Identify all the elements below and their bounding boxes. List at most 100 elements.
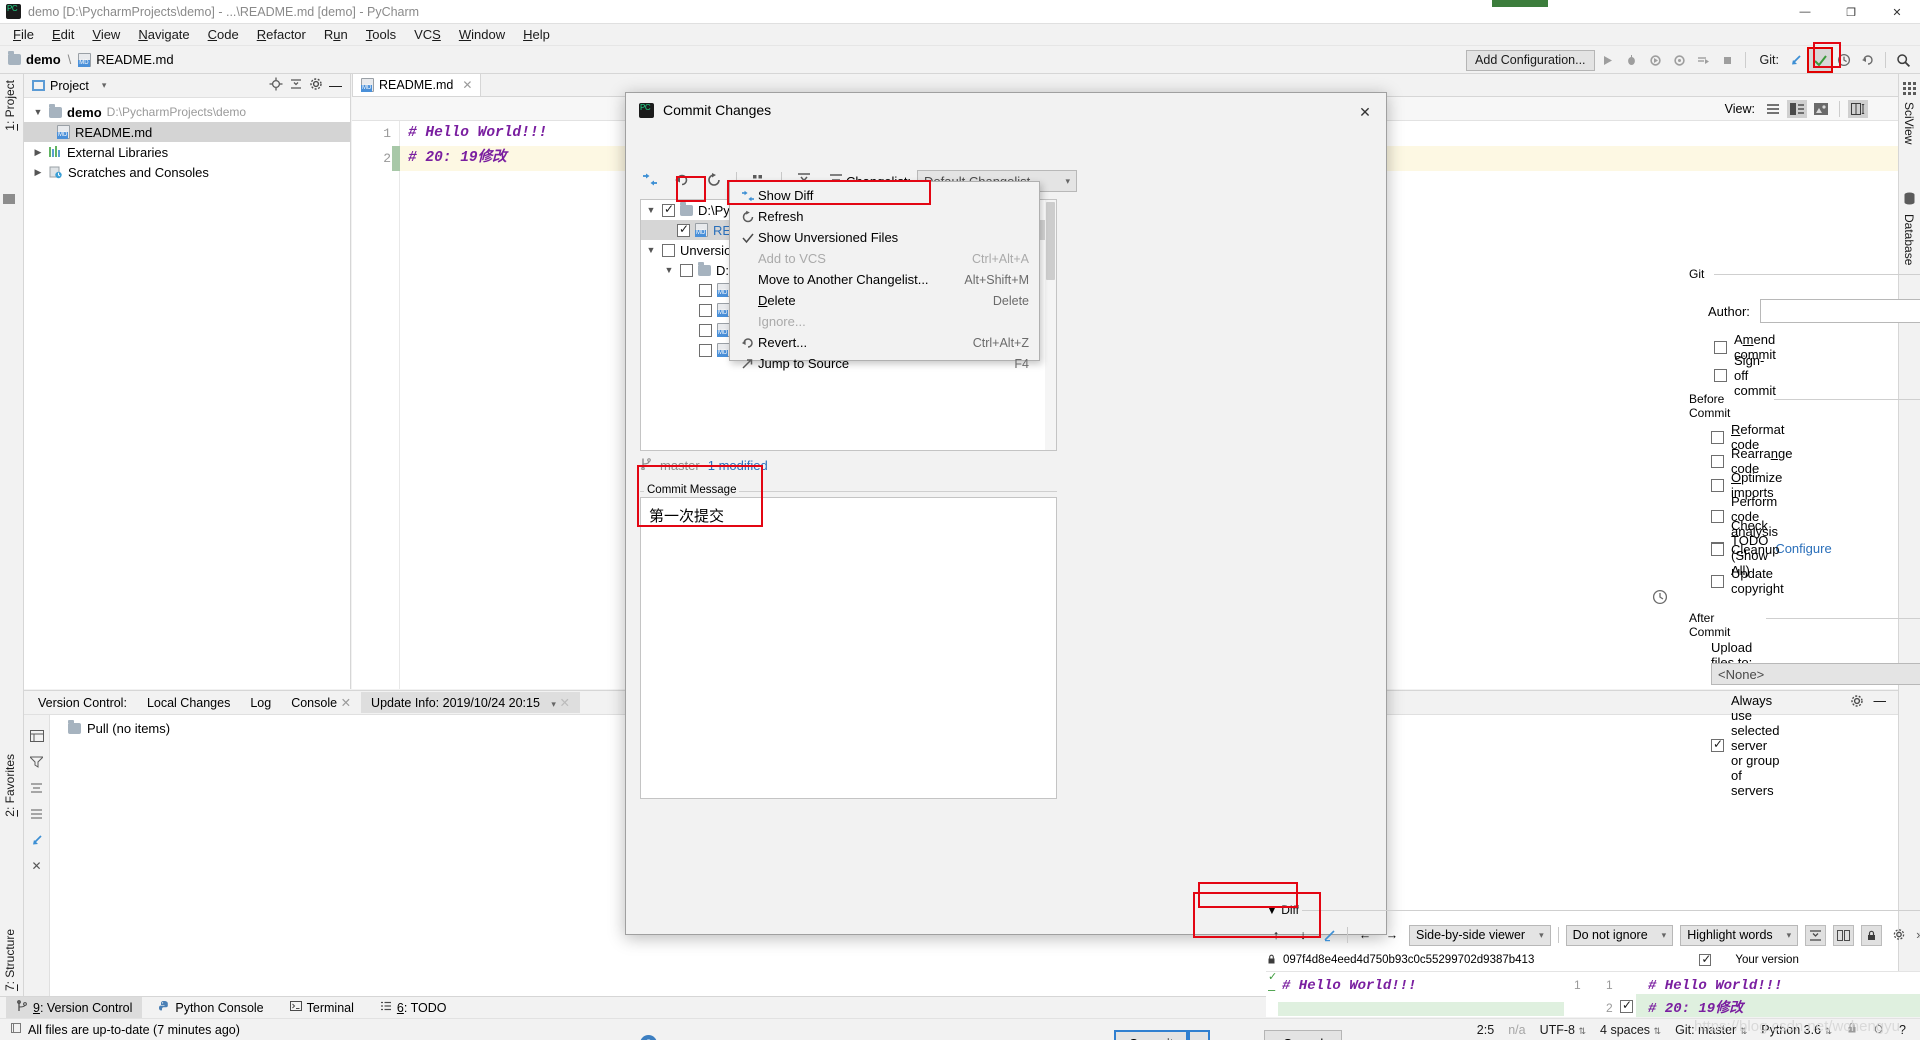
- menu-help[interactable]: Help: [514, 25, 559, 44]
- more-options-icon[interactable]: »: [1916, 928, 1920, 942]
- dialog-close-button[interactable]: ✕: [1352, 101, 1378, 123]
- collapse-all-icon[interactable]: [289, 77, 303, 94]
- bottom-tab-terminal[interactable]: Terminal: [280, 997, 364, 1018]
- toggle-side-icon[interactable]: [1833, 924, 1855, 946]
- help-widget-icon[interactable]: ?: [1899, 1023, 1906, 1037]
- context-menu-item-show-unversioned-files[interactable]: Show Unversioned Files: [730, 227, 1039, 248]
- search-everywhere-icon[interactable]: [1892, 49, 1914, 71]
- stop-icon[interactable]: [1717, 49, 1739, 71]
- sidebar-item-sciview[interactable]: SciView: [1902, 102, 1916, 147]
- diff-sync-checkbox[interactable]: [1699, 952, 1711, 966]
- show-diff-icon[interactable]: [640, 170, 660, 190]
- run-with-console-icon[interactable]: [1693, 49, 1715, 71]
- indent-selector[interactable]: 4 spaces ⇅: [1600, 1023, 1661, 1037]
- collapse-unchanged-icon[interactable]: [1805, 924, 1827, 946]
- next-difference-icon[interactable]: ↓: [1293, 925, 1313, 945]
- interpreter-selector[interactable]: Python 3.6 ⇅: [1761, 1023, 1832, 1037]
- sidebar-item-structure[interactable]: 7: Structure: [3, 929, 17, 991]
- run-icon[interactable]: [1597, 49, 1619, 71]
- menu-run[interactable]: Run: [315, 25, 357, 44]
- cleanup-option[interactable]: Cleanup: [1711, 542, 1779, 557]
- menu-file[interactable]: File: [4, 25, 43, 44]
- encoding-selector[interactable]: UTF-8 ⇅: [1540, 1023, 1586, 1037]
- expander-icon[interactable]: ▶: [32, 167, 44, 178]
- read-only-lock-icon[interactable]: [1861, 924, 1883, 946]
- toggle-preview-layout-icon[interactable]: [1848, 100, 1868, 118]
- expander-icon[interactable]: ▼: [32, 107, 44, 117]
- row-checkbox[interactable]: [699, 343, 712, 357]
- expand-icon[interactable]: [24, 801, 49, 827]
- reformat-code-checkbox[interactable]: [1711, 430, 1724, 444]
- debug-icon[interactable]: [1621, 49, 1643, 71]
- always-use-server-option[interactable]: Always use selected server or group of s…: [1711, 693, 1779, 798]
- tab-update-info[interactable]: Update Info: 2019/10/24 20:15 ▾ ✕: [361, 692, 580, 713]
- tree-node-demo[interactable]: ▼ demo D:\PycharmProjects\demo: [24, 102, 350, 122]
- sidebar-item-project[interactable]: 1: Project: [3, 80, 17, 131]
- row-checkbox[interactable]: [662, 243, 675, 257]
- viewer-mode-select[interactable]: Side-by-side viewer ▾: [1409, 924, 1551, 946]
- commit-button[interactable]: Commit: [1114, 1030, 1188, 1040]
- commit-icon[interactable]: [1807, 47, 1833, 73]
- upload-target-select[interactable]: <None> ▾: [1711, 663, 1920, 685]
- diff-legend[interactable]: ▼ Diff: [1266, 903, 1299, 917]
- edit-source-icon[interactable]: [1320, 925, 1340, 945]
- menu-vcs[interactable]: VCS: [405, 25, 450, 44]
- view-split-icon[interactable]: [1787, 100, 1807, 118]
- configure-todo-link[interactable]: Configure: [1775, 541, 1831, 556]
- commit-message-history-icon[interactable]: [1652, 589, 1668, 608]
- apply-left-icon[interactable]: ←: [1355, 925, 1375, 945]
- update-arrow-icon[interactable]: [24, 827, 49, 853]
- always-use-server-checkbox[interactable]: [1711, 737, 1724, 752]
- help-button[interactable]: ?: [640, 1035, 657, 1040]
- signoff-commit-checkbox[interactable]: [1714, 369, 1727, 382]
- lock-icon[interactable]: [1846, 1022, 1858, 1037]
- revert-icon[interactable]: [672, 170, 692, 190]
- cleanup-checkbox[interactable]: [1711, 543, 1724, 556]
- context-menu-item-move-to-another-changelist[interactable]: Move to Another Changelist... Alt+Shift+…: [730, 269, 1039, 290]
- diff-viewer[interactable]: ✓ – # Hello World!!! 1 1 2 # Hello World…: [1266, 971, 1920, 1017]
- apply-right-icon[interactable]: →: [1382, 925, 1402, 945]
- tab-local-changes[interactable]: Local Changes: [137, 693, 240, 713]
- row-checkbox[interactable]: [662, 202, 675, 217]
- menu-view[interactable]: View: [83, 25, 129, 44]
- tree-node-readme[interactable]: README.md: [24, 122, 350, 142]
- close-button[interactable]: ✕: [1874, 0, 1920, 24]
- row-checkbox[interactable]: [699, 303, 712, 317]
- author-input[interactable]: [1759, 299, 1920, 323]
- inspection-widget-icon[interactable]: [1872, 1022, 1885, 1038]
- hide-panel-icon[interactable]: —: [329, 78, 342, 93]
- filter-icon[interactable]: [24, 749, 49, 775]
- coverage-icon[interactable]: [1645, 49, 1667, 71]
- view-preview-only-icon[interactable]: [1811, 100, 1831, 118]
- tree-node-external-libraries[interactable]: ▶ External Libraries: [24, 142, 350, 162]
- bottom-tab-version-control[interactable]: 9: Version Control: [6, 997, 143, 1018]
- context-menu-item-delete[interactable]: Delete Delete: [730, 290, 1039, 311]
- git-branch-widget[interactable]: Git: master ⇅: [1675, 1023, 1747, 1037]
- minimize-button[interactable]: —: [1782, 0, 1828, 24]
- commit-message-input[interactable]: 第一次提交: [640, 497, 1057, 799]
- tab-log[interactable]: Log: [240, 693, 281, 713]
- editor-tab-readme[interactable]: README.md ✕: [352, 73, 482, 96]
- rearrange-code-checkbox[interactable]: [1711, 454, 1724, 468]
- close-icon[interactable]: ✕: [462, 78, 472, 92]
- tree-scrollbar[interactable]: [1045, 200, 1056, 450]
- optimize-imports-checkbox[interactable]: [1711, 478, 1724, 492]
- group-by-icon[interactable]: [24, 723, 49, 749]
- chevron-down-icon[interactable]: ▾: [102, 80, 107, 91]
- menu-navigate[interactable]: Navigate: [129, 25, 198, 44]
- context-menu-item-revert[interactable]: Revert... Ctrl+Alt+Z: [730, 332, 1039, 353]
- sidebar-item-favorites[interactable]: 2: Favorites: [3, 754, 17, 817]
- update-project-icon[interactable]: [1785, 49, 1807, 71]
- expander-icon[interactable]: ▼: [645, 245, 657, 255]
- row-checkbox[interactable]: [699, 323, 712, 337]
- tree-node-scratches[interactable]: ▶ Scratches and Consoles: [24, 162, 350, 182]
- menu-window[interactable]: Window: [450, 25, 514, 44]
- update-copyright-option[interactable]: Update copyright: [1711, 566, 1784, 596]
- tab-console[interactable]: Console ✕: [281, 692, 361, 713]
- maximize-button[interactable]: ❐: [1828, 0, 1874, 24]
- line-separator[interactable]: n/a: [1508, 1023, 1525, 1037]
- collapse-icon[interactable]: [24, 775, 49, 801]
- gear-icon[interactable]: [309, 77, 323, 94]
- context-menu-item-show-diff[interactable]: Show Diff: [730, 185, 1039, 206]
- amend-commit-checkbox[interactable]: [1714, 340, 1727, 354]
